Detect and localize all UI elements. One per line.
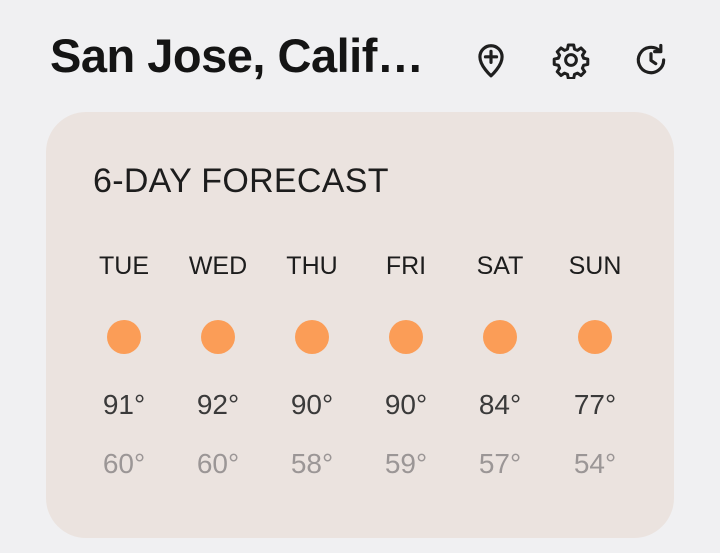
- sun-icon: [483, 320, 517, 354]
- history-icon: [636, 43, 666, 75]
- settings-button[interactable]: [549, 38, 593, 82]
- add-location-button[interactable]: [469, 38, 513, 82]
- location-title[interactable]: San Jose, Calif…: [50, 28, 424, 83]
- low-temp: 60°: [102, 448, 146, 479]
- low-temp: 57°: [478, 448, 522, 479]
- high-temp: 90°: [384, 389, 428, 420]
- gear-icon: [552, 43, 590, 79]
- day-name: SAT: [476, 252, 524, 280]
- low-temp: 54°: [573, 448, 617, 479]
- day-name: SUN: [568, 252, 622, 280]
- sun-icon: [295, 320, 329, 354]
- sun-icon: [389, 320, 423, 354]
- add-location-icon: [478, 44, 504, 78]
- sun-icon: [107, 320, 141, 354]
- low-temp: 58°: [290, 448, 334, 479]
- sun-icon: [578, 320, 612, 354]
- day-name: FRI: [385, 252, 427, 280]
- forecast-days: TUE 91° 60° WED 92° 60° THU 90° 58° FRI …: [77, 252, 673, 492]
- low-temp: 60°: [196, 448, 240, 479]
- high-temp: 77°: [573, 389, 617, 420]
- high-temp: 84°: [478, 389, 522, 420]
- sun-icon: [201, 320, 235, 354]
- history-button[interactable]: [629, 38, 673, 82]
- high-temp: 92°: [196, 389, 240, 420]
- low-temp: 59°: [384, 448, 428, 479]
- day-name: THU: [286, 252, 338, 280]
- forecast-card: 6-DAY FORECAST TUE 91° 60° WED 92° 60° T…: [46, 112, 674, 538]
- top-bar: San Jose, Calif…: [0, 0, 720, 110]
- high-temp: 90°: [290, 389, 334, 420]
- high-temp: 91°: [102, 389, 146, 420]
- forecast-title: 6-DAY FORECAST: [93, 162, 389, 200]
- day-name: TUE: [99, 252, 149, 280]
- day-name: WED: [188, 252, 248, 280]
